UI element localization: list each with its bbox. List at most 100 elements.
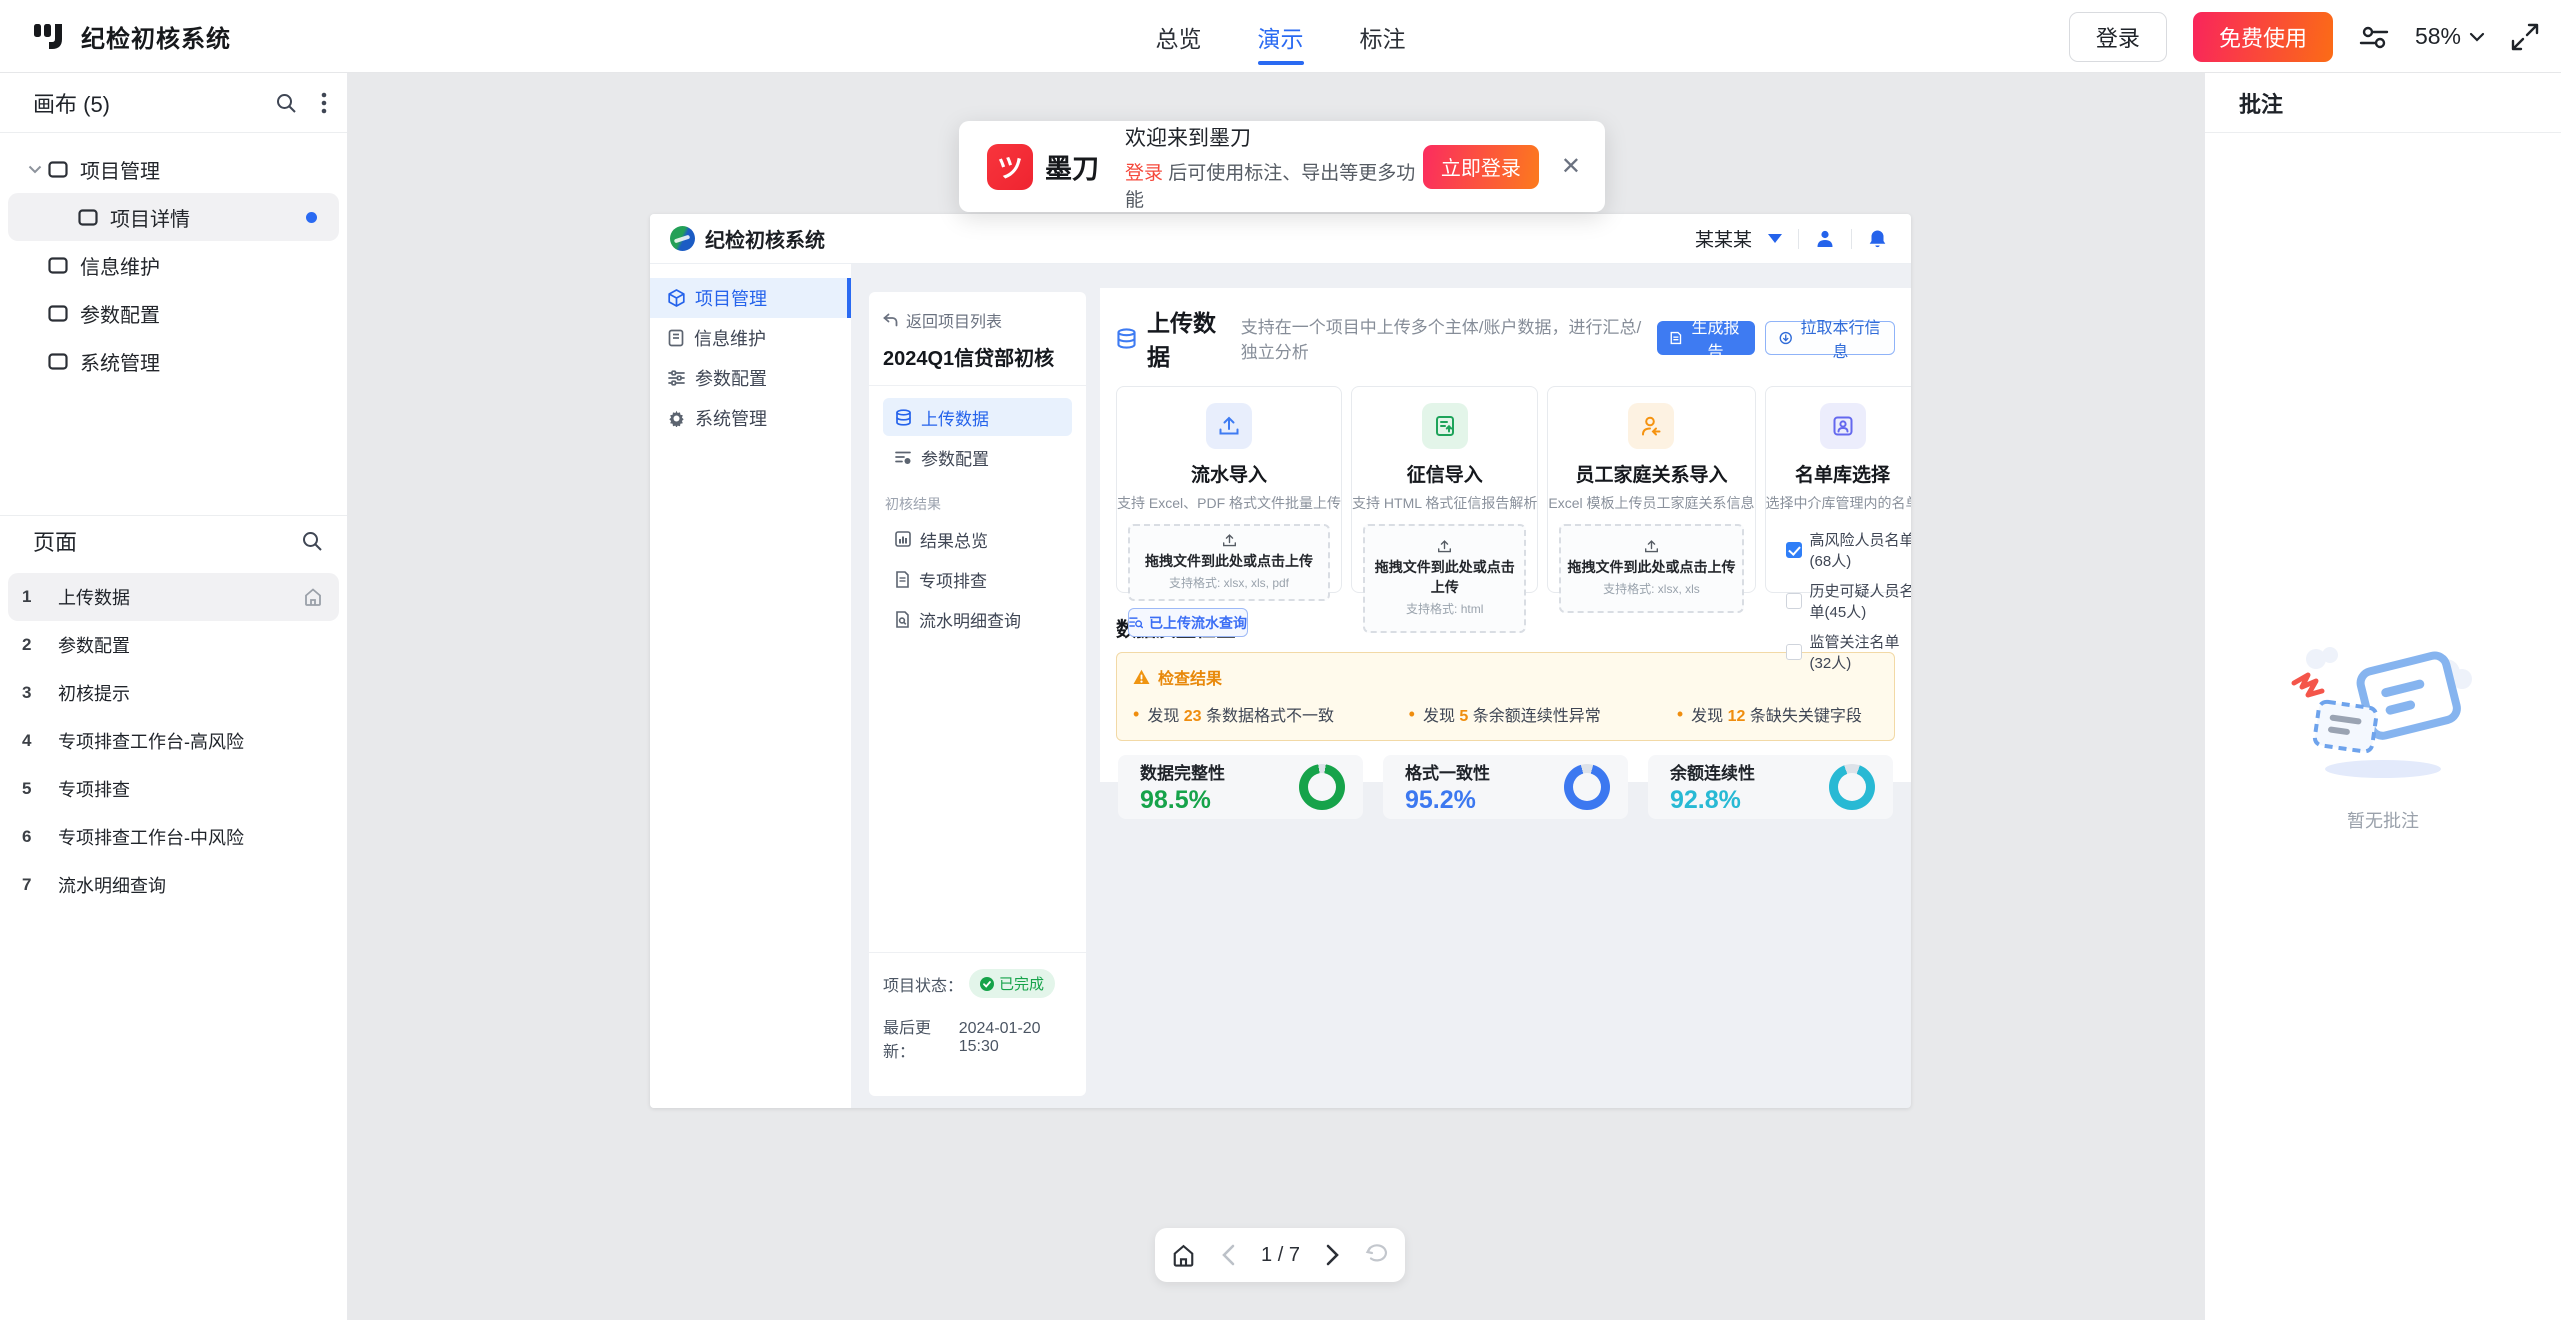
canvas-sidebar: 画布 (5) 项目管理 项目详情 (0, 73, 348, 1320)
dropzone-credit[interactable]: 拖拽文件到此处或点击上传 支持格式: html (1363, 524, 1526, 633)
page-item-7[interactable]: 7 流水明细查询 (8, 861, 339, 909)
frame-icon (48, 257, 68, 274)
tree-item-parameter-config[interactable]: 参数配置 (8, 289, 339, 337)
check-result-label: 检查结果 (1158, 665, 1222, 689)
status-label: 项目状态： (883, 972, 963, 996)
search-icon[interactable] (275, 92, 297, 114)
checkbox-high-risk[interactable]: 高风险人员名单(68人) (1786, 529, 1911, 571)
tree-item-info-maintenance[interactable]: 信息维护 (8, 241, 339, 289)
tree-item-project-detail[interactable]: 项目详情 (8, 193, 339, 241)
frame-icon (48, 305, 68, 322)
finding-balance: •发现 5 条余额连续性异常 (1409, 702, 1677, 726)
section-label-results: 初核结果 (885, 494, 1072, 514)
mockingbot-badge-icon: ツ (987, 144, 1033, 190)
menu-item-flow-detail-query[interactable]: 流水明细查询 (883, 600, 1072, 638)
menu-item-results-overview[interactable]: 结果总览 (883, 520, 1072, 558)
uploaded-flow-query-button[interactable]: 已上传流水查询 (1128, 608, 1248, 637)
prototype-frame: 纪检初核系统 某某某 项目管 (650, 214, 1911, 1108)
tab-present[interactable]: 演示 (1258, 0, 1304, 73)
menu-item-parameter-config[interactable]: 参数配置 (883, 438, 1072, 476)
upload-data-panel: 上传数据 支持在一个项目中上传多个主体/账户数据，进行汇总/独立分析 生成报告 … (1100, 288, 1911, 782)
generate-report-button[interactable]: 生成报告 (1657, 321, 1756, 355)
checkbox-unchecked-icon[interactable] (1786, 593, 1802, 609)
document-icon (895, 571, 910, 588)
view-tabs: 总览 演示 标注 (1156, 0, 1406, 73)
back-to-projects[interactable]: 返回项目列表 (883, 308, 1072, 332)
page-item-5[interactable]: 5 专项排查 (8, 765, 339, 813)
quality-metrics: 数据完整性 98.5% 格式一致性 95.2% (1118, 755, 1893, 819)
checkbox-regulator-watch[interactable]: 监管关注名单(32人) (1786, 631, 1911, 673)
page-item-1[interactable]: 1 上传数据 (8, 573, 339, 621)
updated-value: 2024-01-20 15:30 (959, 1020, 1072, 1056)
menu-item-upload-data[interactable]: 上传数据 (883, 398, 1072, 436)
frame-icon (78, 209, 98, 226)
app-title: 纪检初核系统 (81, 19, 231, 54)
username[interactable]: 某某某 (1695, 225, 1752, 252)
bell-icon[interactable] (1868, 229, 1887, 249)
chevron-down-icon (2469, 32, 2485, 42)
project-sidebar: 返回项目列表 2024Q1信贷部初核 上传数据 参数配置 初核结果 (869, 292, 1086, 1096)
zoom-control[interactable]: 58% (2415, 23, 2485, 50)
cube-icon (668, 289, 685, 307)
zoom-level: 58% (2415, 23, 2461, 50)
status-badge: 已完成 (969, 969, 1055, 998)
sliders-gear-icon (895, 449, 912, 465)
book-icon (668, 329, 684, 347)
return-arrow-icon (883, 313, 898, 327)
presentation-canvas: ツ 墨刀 欢迎来到墨刀 登录 后可使用标注、导出等更多功能 立即登录 ✕ 纪检初… (349, 73, 2204, 1320)
database-icon (895, 409, 912, 426)
login-button[interactable]: 登录 (2069, 12, 2167, 62)
upload-icon (1206, 403, 1252, 449)
finding-format: •发现 23 条数据格式不一致 (1133, 702, 1409, 726)
login-link[interactable]: 登录 (1125, 163, 1163, 184)
chevron-down-icon[interactable] (22, 165, 48, 174)
metric-format-consistency: 格式一致性 95.2% (1383, 755, 1628, 819)
next-page-icon[interactable] (1326, 1244, 1339, 1266)
search-icon[interactable] (301, 530, 323, 552)
menu-item-special-check[interactable]: 专项排查 (883, 560, 1072, 598)
page-item-2[interactable]: 2 参数配置 (8, 621, 339, 669)
more-kebab-icon[interactable] (321, 91, 327, 115)
home-icon[interactable] (1171, 1243, 1196, 1268)
tab-annotate[interactable]: 标注 (1360, 0, 1406, 73)
nav-item-info-maintenance[interactable]: 信息维护 (650, 318, 851, 358)
tree-item-project-management[interactable]: 项目管理 (8, 145, 339, 193)
nav-item-project-management[interactable]: 项目管理 (650, 278, 851, 318)
page-item-6[interactable]: 6 专项排查工作台-中风险 (8, 813, 339, 861)
card-flow-import: 流水导入 支持 Excel、PDF 格式文件批量上传 拖拽文件到此处或点击上传 … (1116, 386, 1342, 593)
document-upload-icon (1422, 403, 1468, 449)
login-now-button[interactable]: 立即登录 (1423, 145, 1539, 189)
checkbox-checked-icon[interactable] (1786, 542, 1802, 558)
pages-list: 1 上传数据 2 参数配置 3 初核提示 4 专项排查工作台-高风险 5 专项排… (0, 567, 347, 915)
restart-icon[interactable] (1365, 1244, 1389, 1266)
checkbox-unchecked-icon[interactable] (1786, 644, 1802, 660)
user-icon[interactable] (1815, 229, 1835, 249)
page-item-4[interactable]: 4 专项排查工作台-高风险 (8, 717, 339, 765)
user-caret-icon[interactable] (1768, 234, 1782, 243)
dropzone-family[interactable]: 拖拽文件到此处或点击上传 支持格式: xlsx, xls (1559, 524, 1743, 613)
welcome-banner: ツ 墨刀 欢迎来到墨刀 登录 后可使用标注、导出等更多功能 立即登录 ✕ (959, 121, 1605, 212)
page-item-3[interactable]: 3 初核提示 (8, 669, 339, 717)
canvas-tree: 项目管理 项目详情 信息维护 参数配置 (0, 133, 347, 397)
nav-item-parameter-config[interactable]: 参数配置 (650, 358, 851, 398)
mockingbot-logo-icon (34, 23, 65, 50)
person-import-icon (1628, 403, 1674, 449)
tab-overview[interactable]: 总览 (1156, 0, 1202, 73)
prototype-header: 纪检初核系统 某某某 (650, 214, 1911, 264)
fullscreen-icon[interactable] (2511, 23, 2539, 51)
checkbox-history-suspect[interactable]: 历史可疑人员名单(45人) (1786, 580, 1911, 622)
panel-subtitle: 支持在一个项目中上传多个主体/账户数据，进行汇总/独立分析 (1241, 313, 1657, 363)
nav-item-system-management[interactable]: 系统管理 (650, 398, 851, 438)
frame-icon (48, 161, 68, 178)
annotation-panel: 批注 暂无批注 (2204, 73, 2561, 1320)
dropzone-flow[interactable]: 拖拽文件到此处或点击上传 支持格式: xlsx, xls, pdf (1128, 524, 1330, 601)
pull-bank-info-button[interactable]: 拉取本行信息 (1765, 321, 1895, 355)
settings-sliders-icon[interactable] (2359, 23, 2389, 51)
metric-balance-continuity: 余额连续性 92.8% (1648, 755, 1893, 819)
donut-chart (1299, 764, 1345, 810)
close-icon[interactable]: ✕ (1561, 155, 1581, 179)
metric-data-completeness: 数据完整性 98.5% (1118, 755, 1363, 819)
prev-page-icon[interactable] (1222, 1244, 1235, 1266)
free-use-button[interactable]: 免费使用 (2193, 12, 2333, 62)
tree-item-system-management[interactable]: 系统管理 (8, 337, 339, 385)
